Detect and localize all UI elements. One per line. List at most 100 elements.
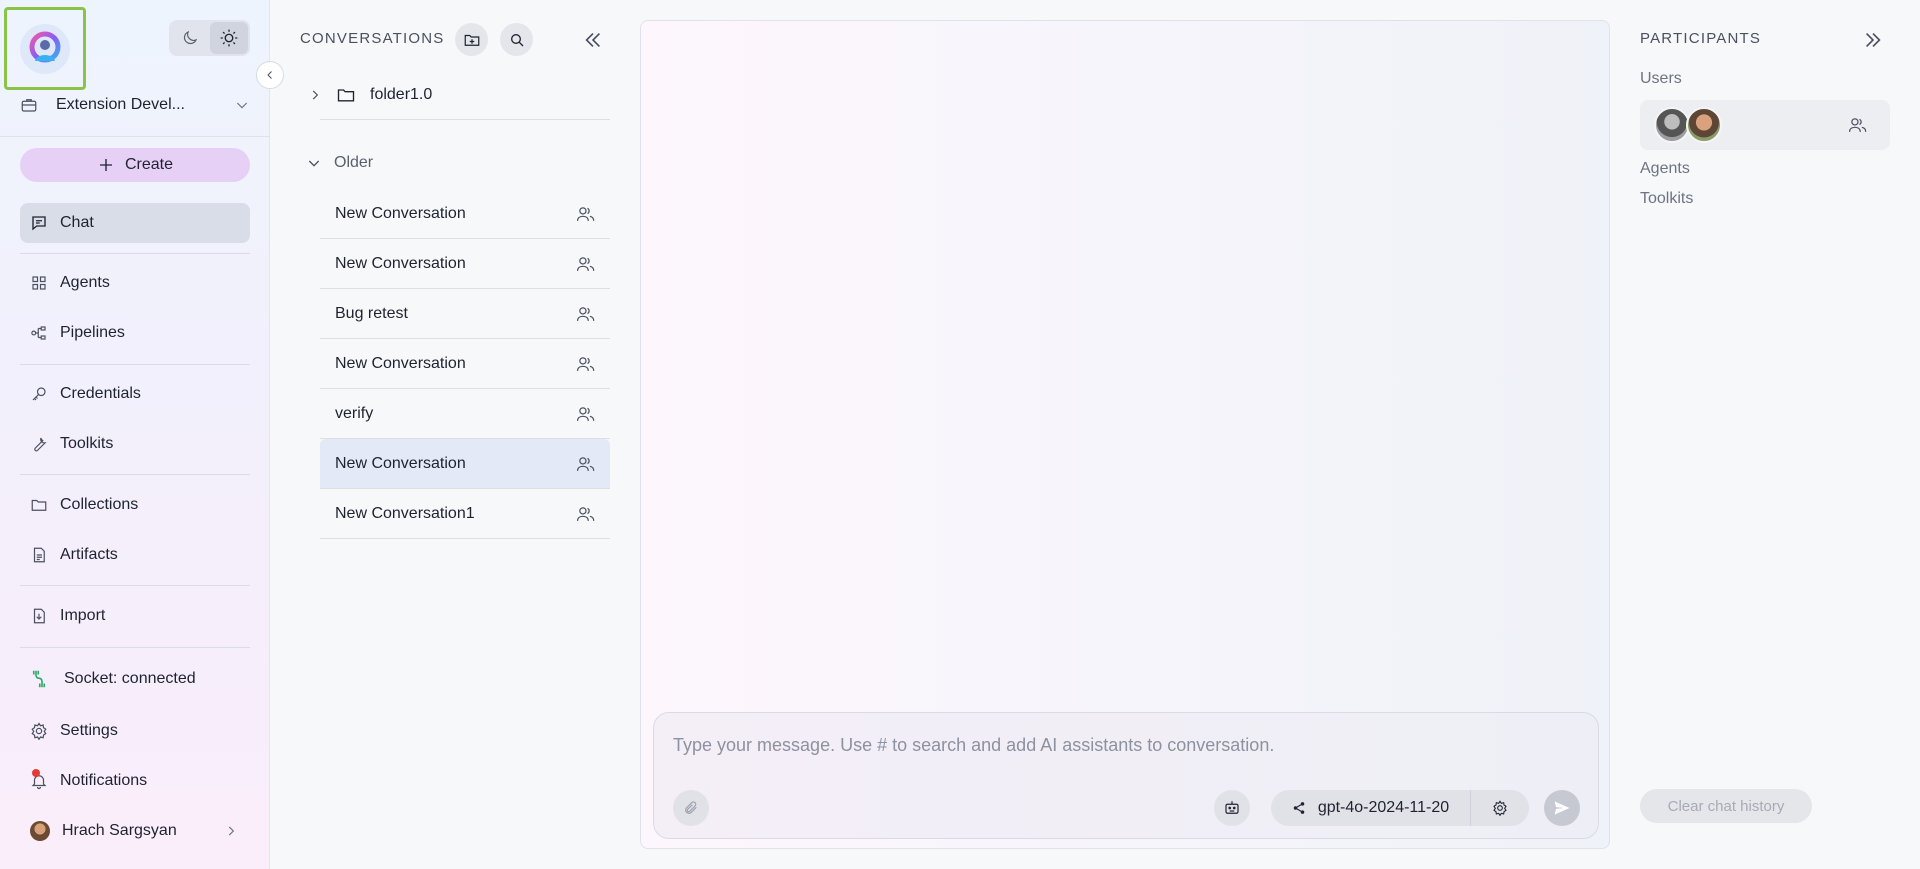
collapse-conversations-button[interactable]: [580, 27, 606, 53]
avatar: [1654, 107, 1690, 143]
key-icon: [30, 385, 48, 403]
conversation-title: New Conversation: [335, 204, 466, 222]
model-select-button[interactable]: gpt-4o-2024-11-20: [1271, 790, 1471, 826]
conversation-item[interactable]: New Conversation: [320, 439, 610, 489]
participants-title: PARTICIPANTS: [1640, 30, 1762, 47]
send-button[interactable]: [1544, 790, 1580, 826]
add-agent-button[interactable]: [1214, 790, 1250, 826]
user-profile-menu[interactable]: Hrach Sargsyan: [20, 811, 250, 851]
conversation-item[interactable]: New Conversation: [320, 339, 610, 389]
dark-mode-button[interactable]: [171, 22, 210, 54]
message-input[interactable]: [673, 733, 1573, 757]
conversation-list: New Conversation New Conversation Bug rete…: [320, 189, 610, 539]
sidebar-item-label: Toolkits: [60, 435, 114, 452]
folder-item[interactable]: folder1.0: [308, 80, 608, 110]
folder-icon: [30, 496, 48, 514]
sidebar-item-label: Collections: [60, 496, 139, 513]
app-logo-button[interactable]: [4, 7, 86, 90]
conversation-title: New Conversation: [335, 354, 466, 372]
gear-icon: [1493, 800, 1507, 816]
conversation-item[interactable]: New Conversation1: [320, 489, 610, 539]
message-composer: gpt-4o-2024-11-20: [653, 712, 1599, 839]
attach-button[interactable]: [673, 790, 709, 826]
divider: [320, 119, 610, 120]
conversation-title: New Conversation: [335, 254, 466, 272]
divider: [20, 253, 250, 254]
sidebar-item-chat[interactable]: Chat: [20, 203, 250, 243]
sidebar-item-import[interactable]: Import: [20, 596, 250, 636]
divider: [20, 585, 250, 586]
theme-toggle: [169, 20, 250, 56]
chat-icon: [30, 214, 48, 232]
light-mode-button[interactable]: [209, 22, 248, 54]
conversations-panel: CONVERSATIONS folder1.0 Older New Conver…: [270, 0, 622, 869]
sidebar-item-pipelines[interactable]: Pipelines: [20, 313, 250, 353]
toolkits-section-label: Toolkits: [1640, 190, 1694, 207]
divider: [20, 474, 250, 475]
folder-name: folder1.0: [370, 86, 433, 103]
grid-icon: [30, 274, 48, 292]
conversation-item[interactable]: Bug retest: [320, 289, 610, 339]
sidebar-item-artifacts[interactable]: Artifacts: [20, 535, 250, 575]
avatar: [1686, 107, 1722, 143]
collapse-participants-button[interactable]: [1860, 27, 1886, 53]
sidebar-item-label: Pipelines: [60, 324, 125, 341]
divider: [20, 647, 250, 648]
sidebar-item-label: Notifications: [60, 772, 148, 789]
wrench-icon: [30, 435, 48, 453]
conversation-item[interactable]: New Conversation: [320, 189, 610, 239]
search-conversations-button[interactable]: [500, 23, 533, 56]
sidebar-item-label: Credentials: [60, 385, 141, 402]
chevron-down-icon: [236, 102, 248, 109]
chat-area: gpt-4o-2024-11-20: [640, 20, 1610, 849]
conversation-title: Bug retest: [335, 304, 408, 322]
socket-status: Socket: connected: [20, 659, 250, 699]
double-chevron-left-icon: [585, 32, 601, 48]
group-label: Older: [334, 154, 374, 171]
model-settings-button[interactable]: [1471, 790, 1529, 826]
shared-users-icon: [576, 455, 596, 473]
shared-users-icon: [576, 255, 596, 273]
notification-dot: [32, 769, 40, 777]
socket-connected-icon: [30, 670, 48, 688]
create-button[interactable]: Create: [20, 148, 250, 182]
document-icon: [30, 546, 48, 564]
app-logo-icon: [20, 23, 70, 74]
chevron-left-icon: [267, 71, 272, 79]
sidebar-item-settings[interactable]: Settings: [20, 711, 250, 751]
sidebar-item-label: Agents: [60, 274, 110, 291]
shared-users-icon: [576, 355, 596, 373]
users-section-label: Users: [1640, 70, 1682, 87]
new-folder-button[interactable]: [455, 23, 488, 56]
sidebar-item-toolkits[interactable]: Toolkits: [20, 424, 250, 464]
briefcase-icon: [21, 99, 37, 112]
import-icon: [30, 607, 48, 625]
conversation-item[interactable]: New Conversation: [320, 239, 610, 289]
conversation-item[interactable]: verify: [320, 389, 610, 439]
search-icon: [510, 33, 523, 46]
conversations-title: CONVERSATIONS: [300, 30, 445, 47]
users-group-icon: [1848, 118, 1867, 132]
sidebar-item-collections[interactable]: Collections: [20, 485, 250, 525]
sidebar-collapse-button[interactable]: [256, 61, 284, 89]
sidebar-item-label: Settings: [60, 722, 118, 739]
participants-panel: PARTICIPANTS Users Agents Toolkits Clear…: [1610, 0, 1920, 869]
workspace-name: Extension Devel...: [56, 96, 185, 113]
conversation-title: New Conversation: [335, 454, 466, 472]
folder-plus-icon: [464, 34, 479, 46]
clear-chat-history-button[interactable]: Clear chat history: [1640, 789, 1812, 823]
robot-icon: [1225, 801, 1239, 814]
divider: [0, 136, 270, 137]
sidebar-item-notifications[interactable]: Notifications: [20, 761, 250, 801]
workspace-selector[interactable]: Extension Devel...: [20, 88, 250, 122]
chevron-right-icon: [312, 90, 319, 100]
divider: [20, 364, 250, 365]
users-card[interactable]: [1640, 100, 1890, 150]
user-name: Hrach Sargsyan: [62, 822, 177, 839]
clear-chat-history-label: Clear chat history: [1667, 797, 1785, 815]
sidebar-item-agents[interactable]: Agents: [20, 263, 250, 303]
sidebar-item-label: Artifacts: [60, 546, 118, 563]
group-older-toggle[interactable]: Older: [306, 148, 373, 178]
chevron-down-icon: [308, 160, 320, 167]
sidebar-item-credentials[interactable]: Credentials: [20, 374, 250, 414]
